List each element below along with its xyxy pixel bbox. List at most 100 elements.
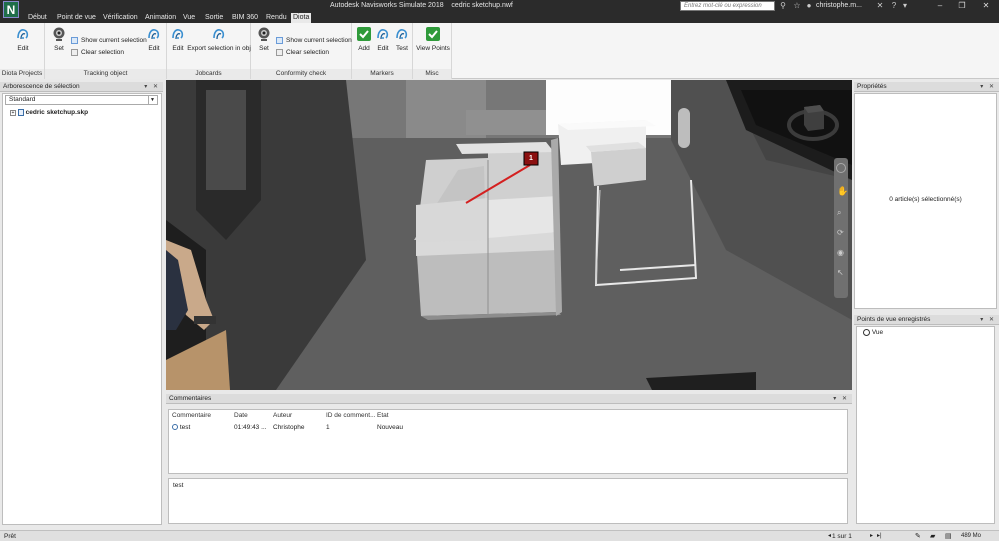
column-header[interactable]: Etat [377, 412, 389, 422]
maximize-button[interactable]: ❐ [951, 0, 973, 12]
menu-bim360[interactable]: BIM 360 [230, 13, 260, 23]
binoculars-icon[interactable]: ⚲ [778, 1, 788, 11]
expand-plus-icon[interactable]: + [10, 109, 16, 116]
chevron-down-icon: ▼ [148, 96, 156, 104]
app-title: Autodesk Navisworks Simulate 2018 [330, 2, 444, 9]
diota-projects-edit-button[interactable]: Edit [10, 26, 36, 52]
window-title: Autodesk Navisworks Simulate 2018 cedric… [330, 2, 513, 9]
menu-bar: Début Point de vue Vérification Animatio… [0, 12, 999, 23]
search-input[interactable]: Entrez mot-clé ou expression [680, 1, 775, 11]
viewpoint-item[interactable]: Vue [863, 329, 883, 336]
star-icon[interactable]: ☆ [792, 1, 802, 11]
column-header[interactable]: Commentaire [172, 412, 211, 422]
jobcards-export-button[interactable]: Export selection in obj [187, 26, 251, 52]
first-page-icon[interactable]: ◂ [828, 532, 831, 539]
markers-edit-button[interactable]: Edit [374, 26, 392, 52]
webcam-icon [258, 27, 270, 41]
comment-icon [172, 424, 178, 431]
next-page-icon[interactable]: ▸ [870, 532, 873, 539]
group-label: Jobcards [167, 69, 250, 79]
pencil-icon[interactable]: ✎ [915, 532, 921, 540]
navisworks-logo-icon: N [3, 1, 19, 18]
navigation-bar: ✋ ⌕ ⟳ ◉ ↖ [834, 158, 848, 298]
scene-render [166, 80, 852, 390]
menu-animation[interactable]: Animation [143, 13, 178, 23]
date-cell: 01:49:43 ... [234, 424, 267, 431]
viewcube-icon[interactable] [786, 95, 840, 149]
properties-title: Propriétés [857, 83, 887, 90]
tracking-clear-selection-button[interactable]: Clear selection [71, 49, 124, 56]
column-header[interactable]: Date [234, 412, 248, 422]
panel-pin-close-icon[interactable]: ▾ ✕ [833, 394, 849, 404]
tracking-edit-button[interactable]: Edit [144, 26, 164, 52]
user-name[interactable]: christophe.m... [816, 2, 862, 9]
show-selection-icon [276, 37, 283, 44]
select-icon[interactable]: ↖ [837, 268, 844, 277]
group-label: Conformity check [251, 69, 351, 79]
page-info: 1 sur 1 [832, 533, 852, 540]
status-bar: Prêt ◂ 1 sur 1 ▸ ▸| ✎ ▰ ▤ 489 Mo [0, 530, 999, 541]
saved-viewpoints-titlebar: Points de vue enregistrés ▾ ✕ [854, 315, 999, 325]
menu-verification[interactable]: Vérification [101, 13, 140, 23]
3d-viewport[interactable]: 1 ✋ ⌕ ⟳ ◉ ↖ [166, 80, 852, 390]
comment-detail-textarea[interactable]: test [168, 478, 848, 524]
show-selection-icon [71, 37, 78, 44]
disk-icon[interactable]: ▤ [945, 532, 952, 540]
menu-rendu[interactable]: Rendu [264, 13, 289, 23]
clear-selection-icon [71, 49, 78, 56]
group-label: Tracking object [45, 69, 166, 79]
saved-viewpoints-panel: Vue [856, 326, 995, 524]
conformity-show-selection-button[interactable]: Show current selection [276, 37, 352, 44]
application-button[interactable]: N [0, 0, 22, 22]
markers-add-button[interactable]: Add [355, 26, 373, 52]
id-cell: 1 [326, 424, 330, 431]
tracking-show-selection-button[interactable]: Show current selection [71, 37, 147, 44]
pan-hand-icon[interactable]: ✋ [837, 186, 848, 197]
group-conformity-check: Set Show current selection Clear selecti… [251, 23, 352, 79]
steering-wheel-icon[interactable] [836, 163, 846, 173]
menu-point-de-vue[interactable]: Point de vue [55, 13, 98, 23]
jobcards-edit-button[interactable]: Edit [169, 26, 187, 52]
look-icon[interactable]: ◉ [837, 248, 844, 257]
comments-table: Commentaire Date Auteur ID de comment...… [168, 409, 848, 474]
user-icon[interactable]: ● [804, 1, 814, 11]
comments-title: Commentaires [169, 395, 212, 402]
view-points-button[interactable]: View Points [414, 26, 452, 52]
menu-debut[interactable]: Début [26, 13, 49, 23]
conformity-set-button[interactable]: Set [254, 26, 274, 52]
menu-diota[interactable]: Diota [291, 13, 312, 23]
orbit-icon[interactable]: ⟳ [837, 228, 844, 237]
file-icon [17, 109, 24, 116]
tracking-set-button[interactable]: Set [49, 26, 69, 52]
ribbon: Edit Diota Projects Set Show current sel… [0, 23, 999, 79]
chevron-down-icon[interactable]: ▾ [900, 1, 910, 11]
close-button[interactable]: ✕ [975, 0, 997, 12]
group-tracking-object: Set Show current selection Clear selecti… [45, 23, 167, 79]
title-bar: Autodesk Navisworks Simulate 2018 cedric… [0, 0, 999, 12]
properties-titlebar: Propriétés ▾ ✕ [854, 82, 999, 92]
panel-pin-close-icon[interactable]: ▾ ✕ [980, 82, 996, 92]
exchange-icon[interactable]: ✕ [875, 1, 885, 11]
performance-icon[interactable]: ▰ [930, 532, 935, 540]
panel-pin-close-icon[interactable]: ▾ ✕ [980, 315, 996, 325]
column-header[interactable]: ID de comment... [326, 412, 376, 422]
tree-root-item[interactable]: + cedric sketchup.skp [10, 109, 88, 116]
panel-pin-close-icon[interactable]: ▾ ✕ [144, 82, 160, 92]
group-label: Diota Projects [0, 69, 44, 79]
menu-sortie[interactable]: Sortie [203, 13, 225, 23]
group-jobcards: Edit Export selection in obj Jobcards [167, 23, 251, 79]
selection-tree-dropdown[interactable]: Standard ▼ [5, 95, 158, 105]
column-header[interactable]: Auteur [273, 412, 292, 422]
last-page-icon[interactable]: ▸| [877, 532, 882, 539]
markers-test-button[interactable]: Test [393, 26, 411, 52]
help-icon[interactable]: ? [889, 1, 899, 11]
conformity-clear-selection-button[interactable]: Clear selection [276, 49, 329, 56]
minimize-button[interactable]: – [929, 0, 951, 12]
menu-vue[interactable]: Vue [181, 13, 197, 23]
export-obj-icon [213, 29, 225, 40]
marker-label[interactable]: 1 [524, 152, 538, 165]
group-misc: View Points Misc [413, 23, 452, 79]
group-markers: Add Edit Test Markers [352, 23, 413, 79]
diota-edit-icon [148, 29, 160, 40]
zoom-icon[interactable]: ⌕ [837, 208, 841, 218]
